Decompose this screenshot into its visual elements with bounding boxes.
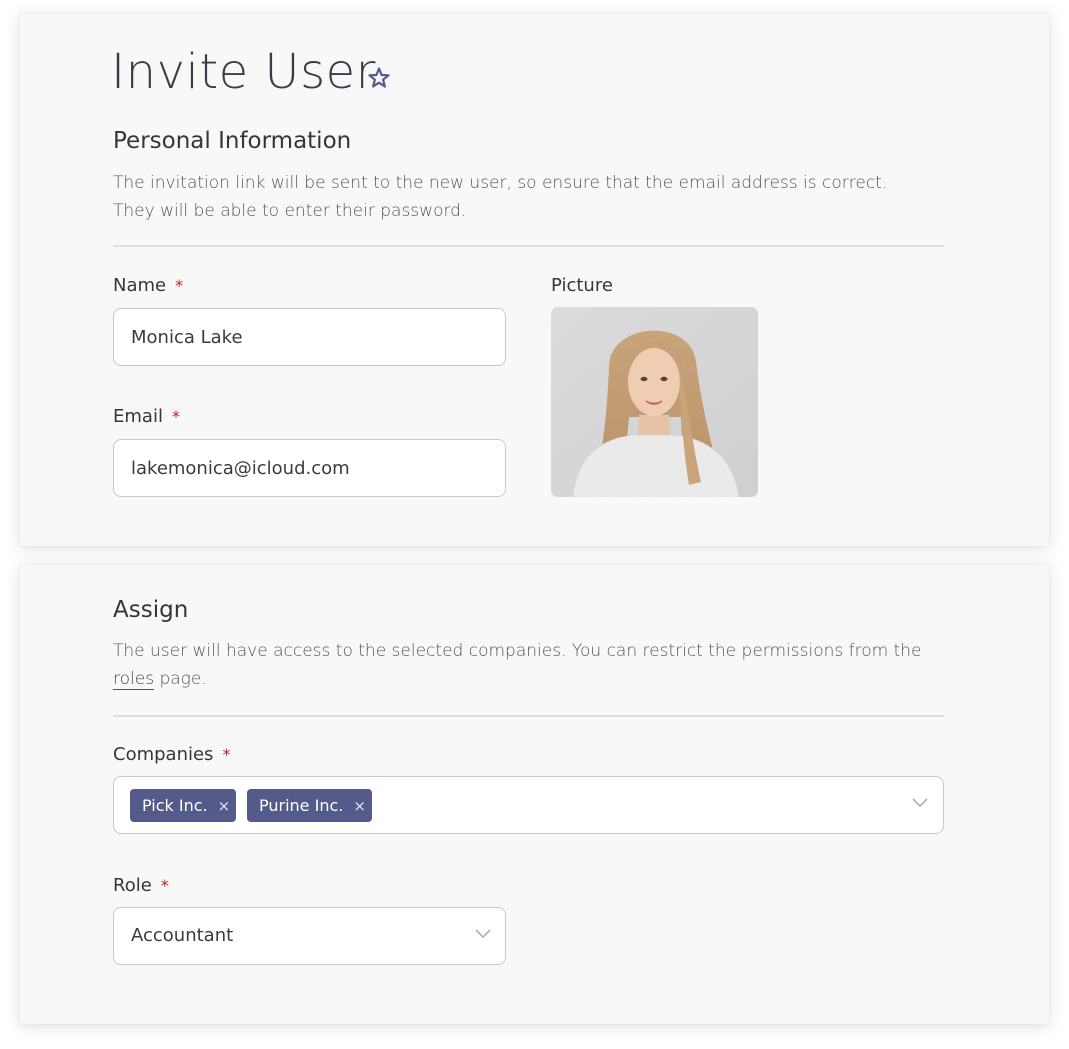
divider xyxy=(113,715,944,717)
name-input[interactable] xyxy=(113,308,506,366)
divider xyxy=(113,245,944,247)
role-select-value: Accountant xyxy=(131,925,234,946)
description-line: They will be able to enter their passwor… xyxy=(113,201,467,221)
role-select[interactable]: Accountant xyxy=(113,907,506,965)
section-description-personal: The invitation link will be sent to the … xyxy=(113,169,933,225)
required-marker: * xyxy=(175,276,184,295)
required-marker: * xyxy=(222,745,231,764)
companies-multiselect[interactable]: Pick Inc. × Purine Inc. × xyxy=(113,776,944,834)
roles-link[interactable]: roles xyxy=(113,669,155,690)
required-marker: * xyxy=(171,407,180,426)
star-outline-icon[interactable] xyxy=(367,66,391,90)
email-label-text: Email xyxy=(113,406,163,427)
remove-tag-icon[interactable]: × xyxy=(218,797,231,815)
section-title-personal: Personal Information xyxy=(113,128,352,154)
profile-picture[interactable] xyxy=(551,307,758,497)
chevron-down-icon[interactable] xyxy=(912,798,928,808)
description-text: The user will have access to the selecte… xyxy=(113,641,922,661)
company-tag-label: Pick Inc. xyxy=(142,796,208,815)
description-line: The invitation link will be sent to the … xyxy=(113,173,888,193)
section-description-assign: The user will have access to the selecte… xyxy=(113,637,933,693)
name-label: Name * xyxy=(113,275,183,296)
section-title-assign: Assign xyxy=(113,597,189,623)
remove-tag-icon[interactable]: × xyxy=(353,797,366,815)
role-label: Role * xyxy=(113,875,169,896)
personal-info-card: Invite User Personal Information The inv… xyxy=(20,14,1049,546)
profile-photo-image xyxy=(551,307,758,497)
required-marker: * xyxy=(160,876,169,895)
page-title: Invite User xyxy=(111,44,376,100)
company-tag-label: Purine Inc. xyxy=(259,796,344,815)
email-label: Email * xyxy=(113,406,180,427)
email-input[interactable] xyxy=(113,439,506,497)
picture-label: Picture xyxy=(551,275,613,296)
description-text: page. xyxy=(154,669,207,689)
company-tag: Purine Inc. × xyxy=(247,789,372,822)
chevron-down-icon[interactable] xyxy=(475,929,491,939)
assign-card: Assign The user will have access to the … xyxy=(20,565,1049,1024)
name-label-text: Name xyxy=(113,275,167,296)
role-label-text: Role xyxy=(113,875,152,896)
companies-label: Companies * xyxy=(113,744,230,765)
company-tag: Pick Inc. × xyxy=(130,789,237,822)
companies-label-text: Companies xyxy=(113,744,214,765)
